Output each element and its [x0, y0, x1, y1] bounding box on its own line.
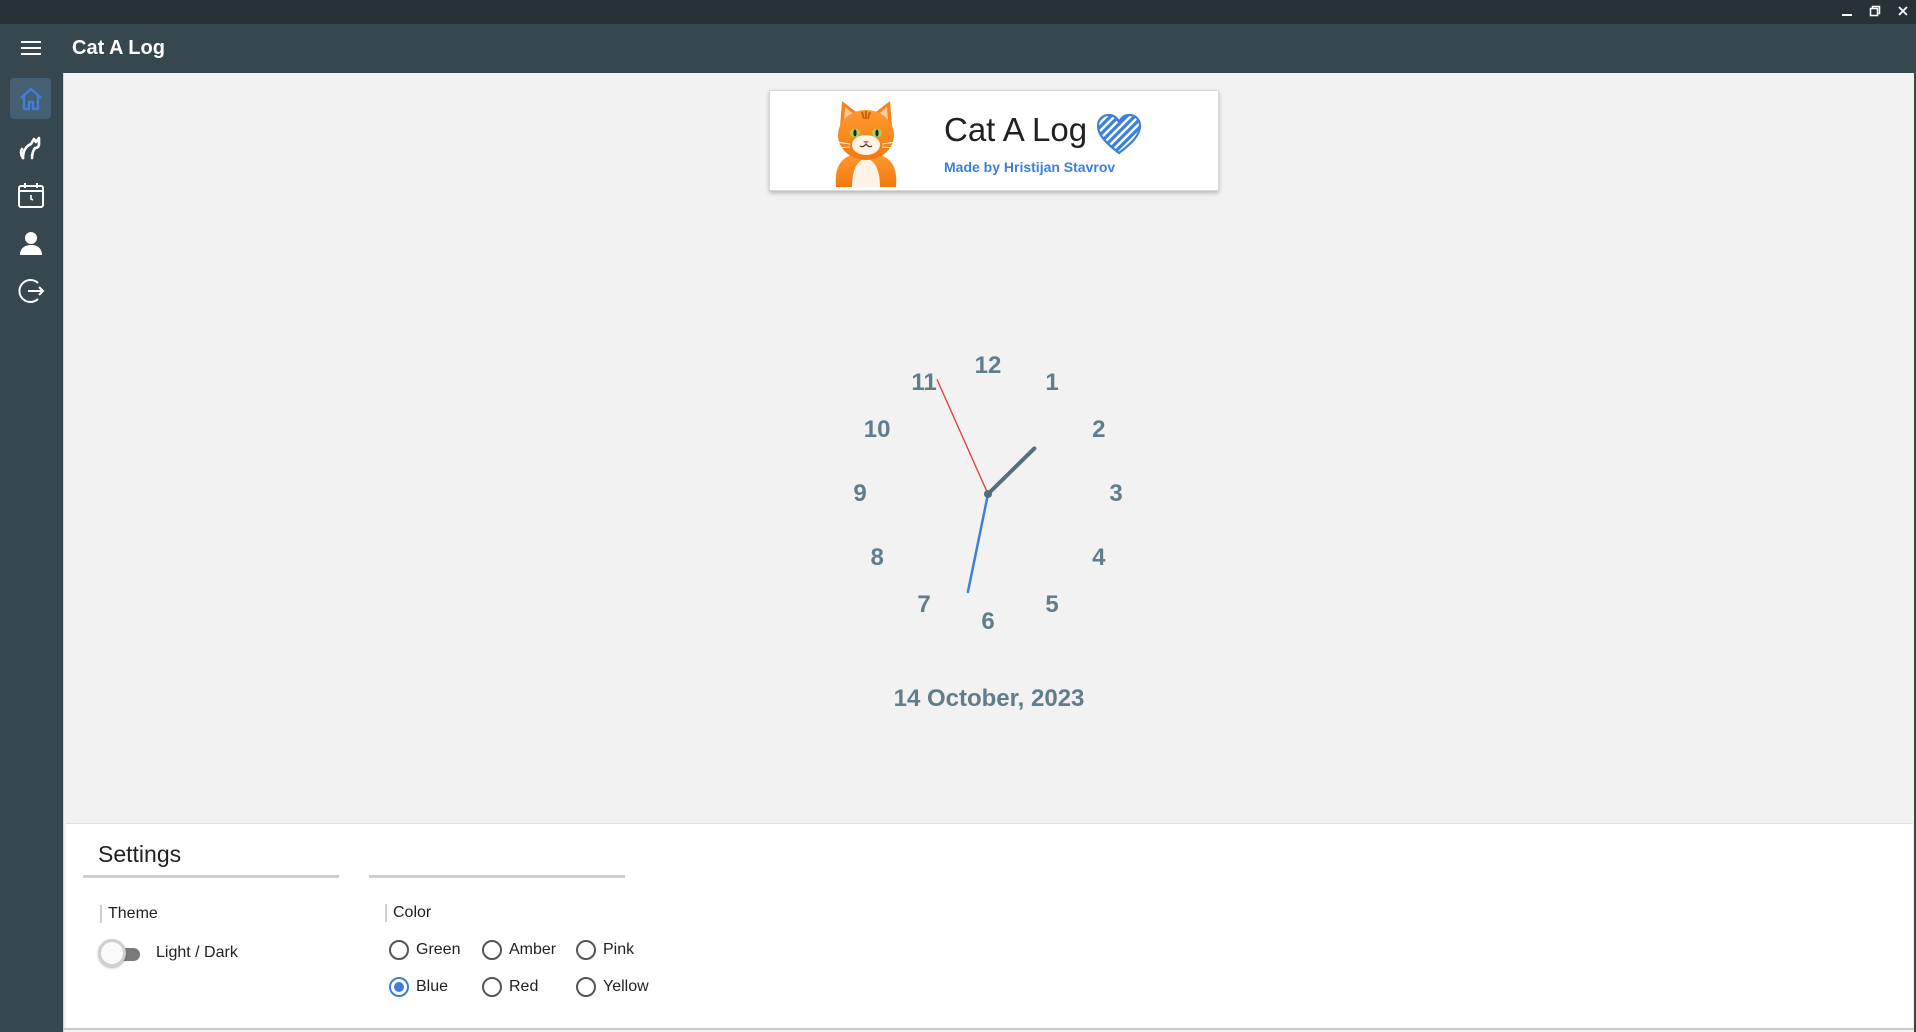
theme-toggle-label: Light / Dark: [156, 944, 238, 961]
window-titlebar: [0, 0, 1916, 24]
home-icon: [19, 87, 42, 110]
settings-tab-underline-secondary: [369, 875, 625, 878]
nav-rail: [0, 72, 62, 1032]
radio-label: Blue: [416, 978, 449, 995]
cat-face-icon: [835, 101, 897, 187]
clock-number: 4: [1092, 544, 1106, 571]
clock-number: 8: [870, 544, 884, 571]
cat-icon: [19, 136, 40, 159]
radio-circle: [389, 940, 409, 960]
clock-number: 11: [911, 369, 937, 397]
nav-item-logout[interactable]: [10, 270, 51, 311]
logout-icon: [18, 278, 44, 303]
color-radio-yellow[interactable]: Yellow: [576, 977, 649, 997]
clock-number: 6: [981, 608, 995, 635]
window-controls: [1838, 2, 1912, 20]
header-card: Cat A Log Made by Hristijan Stavrov: [769, 90, 1219, 191]
minimize-icon[interactable]: [1838, 2, 1856, 20]
close-icon[interactable]: [1894, 2, 1912, 20]
radio-circle: [576, 977, 596, 997]
person-icon: [19, 231, 42, 255]
clock-date: 14 October, 2023: [893, 685, 1085, 712]
toggle-thumb: [98, 939, 126, 967]
color-radio-pink[interactable]: Pink: [576, 940, 634, 960]
color-radio-green[interactable]: Green: [389, 940, 460, 960]
main-content: Cat A Log Made by Hristijan Stavrov 12 1 2…: [63, 73, 1914, 1032]
radio-circle: [482, 977, 502, 997]
settings-title: Settings: [98, 841, 182, 867]
app-bar: Cat A Log: [0, 24, 1916, 72]
app-title: Cat A Log: [72, 36, 165, 59]
color-label: Color: [385, 904, 431, 922]
nav-item-schedule[interactable]: [10, 174, 51, 215]
bottom-divider: [63, 1028, 1914, 1030]
clock-hands: [936, 379, 1037, 594]
hamburger-icon: [21, 41, 41, 55]
nav-item-home[interactable]: [10, 78, 51, 119]
analog-clock: 12 1 2 3 4 5 6 7 8 9 10 11: [838, 344, 1138, 644]
clock-number: 3: [1109, 480, 1123, 507]
radio-circle: [389, 977, 409, 997]
radio-label: Pink: [603, 941, 635, 958]
restore-icon[interactable]: [1866, 2, 1884, 20]
theme-toggle[interactable]: [98, 937, 144, 971]
minute-hand: [966, 492, 990, 594]
clock-number: 12: [974, 352, 1002, 379]
radio-circle: [482, 940, 502, 960]
menu-button[interactable]: [0, 24, 62, 72]
clock-number: 7: [917, 590, 931, 618]
color-radio-red[interactable]: Red: [482, 977, 538, 997]
radio-label: Amber: [509, 941, 557, 958]
clock-number: 10: [863, 416, 891, 443]
theme-label: Theme: [100, 905, 158, 923]
clock-number: 2: [1092, 416, 1106, 443]
brand-subtitle: Made by Hristijan Stavrov: [944, 159, 1116, 175]
clock-number: 9: [853, 480, 867, 507]
brand-title: Cat A Log: [944, 111, 1088, 148]
settings-tab-underline: [83, 875, 339, 878]
settings-panel: Settings Theme Light / Dark Color Green …: [66, 823, 1913, 1029]
second-hand: [936, 379, 989, 495]
color-radio-amber[interactable]: Amber: [482, 940, 556, 960]
clock-center: [984, 490, 992, 498]
radio-label: Yellow: [603, 978, 649, 995]
nav-item-cats[interactable]: [10, 126, 51, 167]
clock-number: 5: [1045, 590, 1059, 618]
clock-number: 1: [1045, 369, 1059, 397]
radio-circle: [576, 940, 596, 960]
radio-label: Red: [509, 978, 539, 995]
heart-icon: [1096, 113, 1142, 155]
calendar-clock-icon: [17, 182, 44, 208]
radio-label: Green: [416, 941, 461, 958]
color-radio-blue[interactable]: Blue: [389, 977, 448, 997]
hour-hand: [986, 446, 1037, 496]
nav-item-profile[interactable]: [10, 222, 51, 263]
